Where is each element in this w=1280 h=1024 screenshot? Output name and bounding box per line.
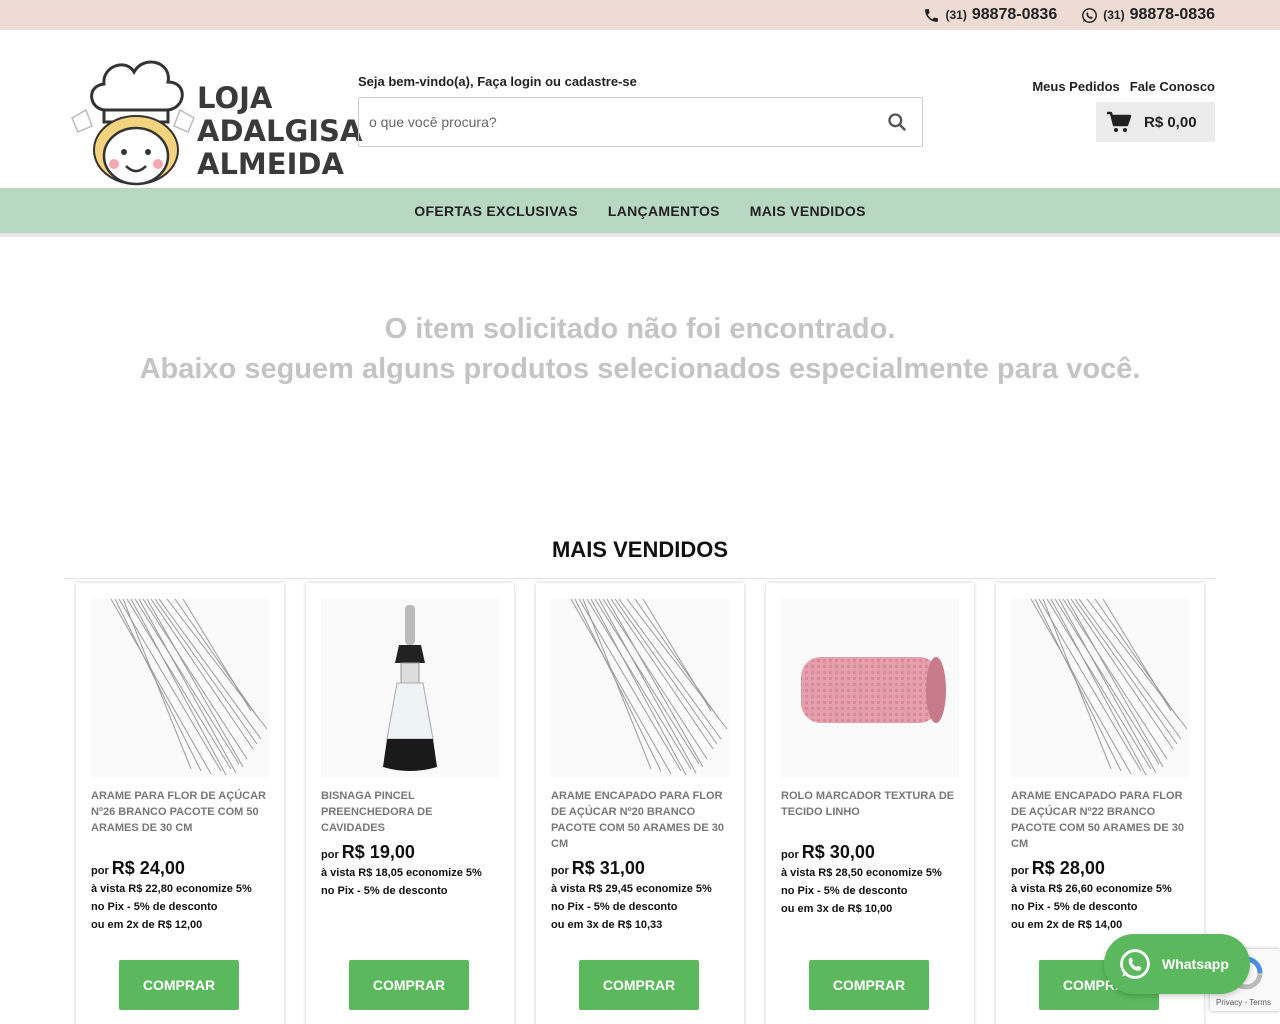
pix-discount: no Pix - 5% de desconto: [1011, 901, 1138, 913]
installments: ou em 2x de R$ 12,00: [91, 919, 203, 931]
search-icon[interactable]: [872, 98, 922, 146]
phone-number: 98878-0836: [971, 6, 1058, 23]
cash-price: à vista R$ 28,50 economize 5%: [781, 867, 942, 879]
buy-button[interactable]: COMPRAR: [579, 960, 699, 1010]
product-card[interactable]: BISNAGA PINCEL PREENCHEDORA DE CAVIDADES…: [306, 583, 514, 1024]
whatsapp-icon: [1082, 7, 1098, 23]
whatsapp-icon: [1120, 949, 1150, 979]
product-name[interactable]: ROLO MARCADOR TEXTURA DE TECIDO LINHO: [781, 788, 959, 820]
phone-contact[interactable]: (31) 98878-0836: [923, 6, 1057, 24]
buy-button[interactable]: COMPRAR: [349, 960, 469, 1010]
product-name[interactable]: ARAME ENCAPADO PARA FLOR DE AÇÚCAR Nº20 …: [551, 788, 729, 852]
whatsapp-label: Whatsapp: [1162, 956, 1229, 972]
whatsapp-contact[interactable]: (31) 98878-0836: [1081, 6, 1215, 24]
price-prefix: por: [781, 849, 799, 861]
logo-text: LOJA ADALGISA ALMEIDA: [197, 82, 362, 181]
whatsapp-number: 98878-0836: [1129, 6, 1215, 23]
price-prefix: por: [551, 865, 569, 877]
price-block: por R$ 24,00 à vista R$ 22,80 economize …: [91, 859, 271, 934]
login-register-link[interactable]: Seja bem-vindo(a), Faça login ou cadastr…: [358, 74, 637, 89]
product-name[interactable]: BISNAGA PINCEL PREENCHEDORA DE CAVIDADES: [321, 788, 499, 836]
product-price: R$ 31,00: [571, 858, 645, 878]
product-card[interactable]: ARAME PARA FLOR DE AÇÚCAR Nº26 BRANCO PA…: [76, 583, 284, 1024]
logo-line-1: LOJA: [197, 81, 273, 115]
wire-bundle-image: [570, 599, 728, 776]
search-bar[interactable]: o que você procura?: [358, 97, 923, 147]
product-price: R$ 24,00: [111, 858, 185, 878]
price-prefix: por: [321, 849, 339, 861]
cash-price: à vista R$ 29,45 economize 5%: [551, 883, 712, 895]
product-name[interactable]: ARAME ENCAPADO PARA FLOR DE AÇÚCAR Nº22 …: [1011, 788, 1189, 852]
pix-discount: no Pix - 5% de desconto: [321, 885, 448, 897]
divider: [64, 578, 1216, 579]
price-prefix: por: [1011, 865, 1029, 877]
cart-icon: [1107, 111, 1132, 132]
pix-discount: no Pix - 5% de desconto: [551, 901, 678, 913]
whatsapp-ddd: (31): [1103, 8, 1125, 22]
texture-roller-image: [801, 657, 946, 723]
cart-total: R$ 0,00: [1144, 113, 1197, 131]
product-card[interactable]: ROLO MARCADOR TEXTURA DE TECIDO LINHO po…: [766, 583, 974, 1024]
wire-bundle-image: [110, 599, 268, 776]
chef-mascot-icon: [71, 60, 195, 186]
not-found-message: O item solicitado não foi encontrado. Ab…: [0, 309, 1280, 389]
pix-discount: no Pix - 5% de desconto: [781, 885, 908, 897]
buy-button[interactable]: COMPRAR: [809, 960, 929, 1010]
header-links: Meus Pedidos Fale Conosco: [1032, 79, 1215, 94]
wire-bundle-image: [1030, 599, 1188, 776]
brush-bottle-image: [383, 605, 437, 771]
store-logo[interactable]: LOJA ADALGISA ALMEIDA: [64, 48, 362, 188]
product-image[interactable]: [91, 599, 269, 777]
cash-price: à vista R$ 26,60 economize 5%: [1011, 883, 1172, 895]
price-block: por R$ 28,00 à vista R$ 26,60 economize …: [1011, 859, 1191, 934]
nav-item-ofertas[interactable]: OFERTAS EXCLUSIVAS: [414, 203, 578, 219]
nav-item-mais-vendidos[interactable]: MAIS VENDIDOS: [750, 203, 866, 219]
price-block: por R$ 19,00 à vista R$ 18,05 economize …: [321, 843, 501, 900]
header: LOJA ADALGISA ALMEIDA Seja bem-vindo(a),…: [0, 30, 1280, 188]
cash-price: à vista R$ 18,05 economize 5%: [321, 867, 482, 879]
phone-ddd: (31): [945, 8, 967, 22]
logo-line-2: ADALGISA: [197, 114, 363, 148]
price-prefix: por: [91, 865, 109, 877]
contact-link[interactable]: Fale Conosco: [1130, 79, 1215, 94]
section-title: MAIS VENDIDOS: [551, 537, 729, 562]
product-image[interactable]: [781, 599, 959, 777]
installments: ou em 3x de R$ 10,00: [781, 903, 893, 915]
whatsapp-float-button[interactable]: Whatsapp: [1104, 934, 1250, 994]
price-block: por R$ 31,00 à vista R$ 29,45 economize …: [551, 859, 731, 934]
main-nav: OFERTAS EXCLUSIVAS LANÇAMENTOS MAIS VEND…: [0, 188, 1280, 237]
product-price: R$ 28,00: [1031, 858, 1105, 878]
not-found-line-2: Abaixo seguem alguns produtos selecionad…: [139, 353, 1141, 385]
not-found-line-1: O item solicitado não foi encontrado.: [384, 313, 896, 345]
search-input[interactable]: o que você procura?: [359, 114, 872, 130]
product-list: ARAME PARA FLOR DE AÇÚCAR Nº26 BRANCO PA…: [76, 583, 1204, 1024]
product-image[interactable]: [551, 599, 729, 777]
installments: ou em 3x de R$ 10,33: [551, 919, 663, 931]
cart-button[interactable]: R$ 0,00: [1096, 102, 1215, 142]
phone-icon: [925, 8, 939, 22]
topbar: (31) 98878-0836 (31) 98878-0836: [0, 0, 1280, 30]
product-price: R$ 19,00: [341, 842, 415, 862]
my-orders-link[interactable]: Meus Pedidos: [1032, 79, 1119, 94]
logo-line-3: ALMEIDA: [197, 147, 344, 181]
buy-button[interactable]: COMPRAR: [119, 960, 239, 1010]
product-image[interactable]: [321, 599, 499, 777]
pix-discount: no Pix - 5% de desconto: [91, 901, 218, 913]
price-block: por R$ 30,00 à vista R$ 28,50 economize …: [781, 843, 961, 918]
product-card[interactable]: ARAME ENCAPADO PARA FLOR DE AÇÚCAR Nº20 …: [536, 583, 744, 1024]
recaptcha-links[interactable]: Privacy - Terms: [1216, 998, 1271, 1007]
cash-price: à vista R$ 22,80 economize 5%: [91, 883, 252, 895]
nav-item-lancamentos[interactable]: LANÇAMENTOS: [608, 203, 720, 219]
installments: ou em 2x de R$ 14,00: [1011, 919, 1123, 931]
product-image[interactable]: [1011, 599, 1189, 777]
product-name[interactable]: ARAME PARA FLOR DE AÇÚCAR Nº26 BRANCO PA…: [91, 788, 269, 836]
product-price: R$ 30,00: [801, 842, 875, 862]
